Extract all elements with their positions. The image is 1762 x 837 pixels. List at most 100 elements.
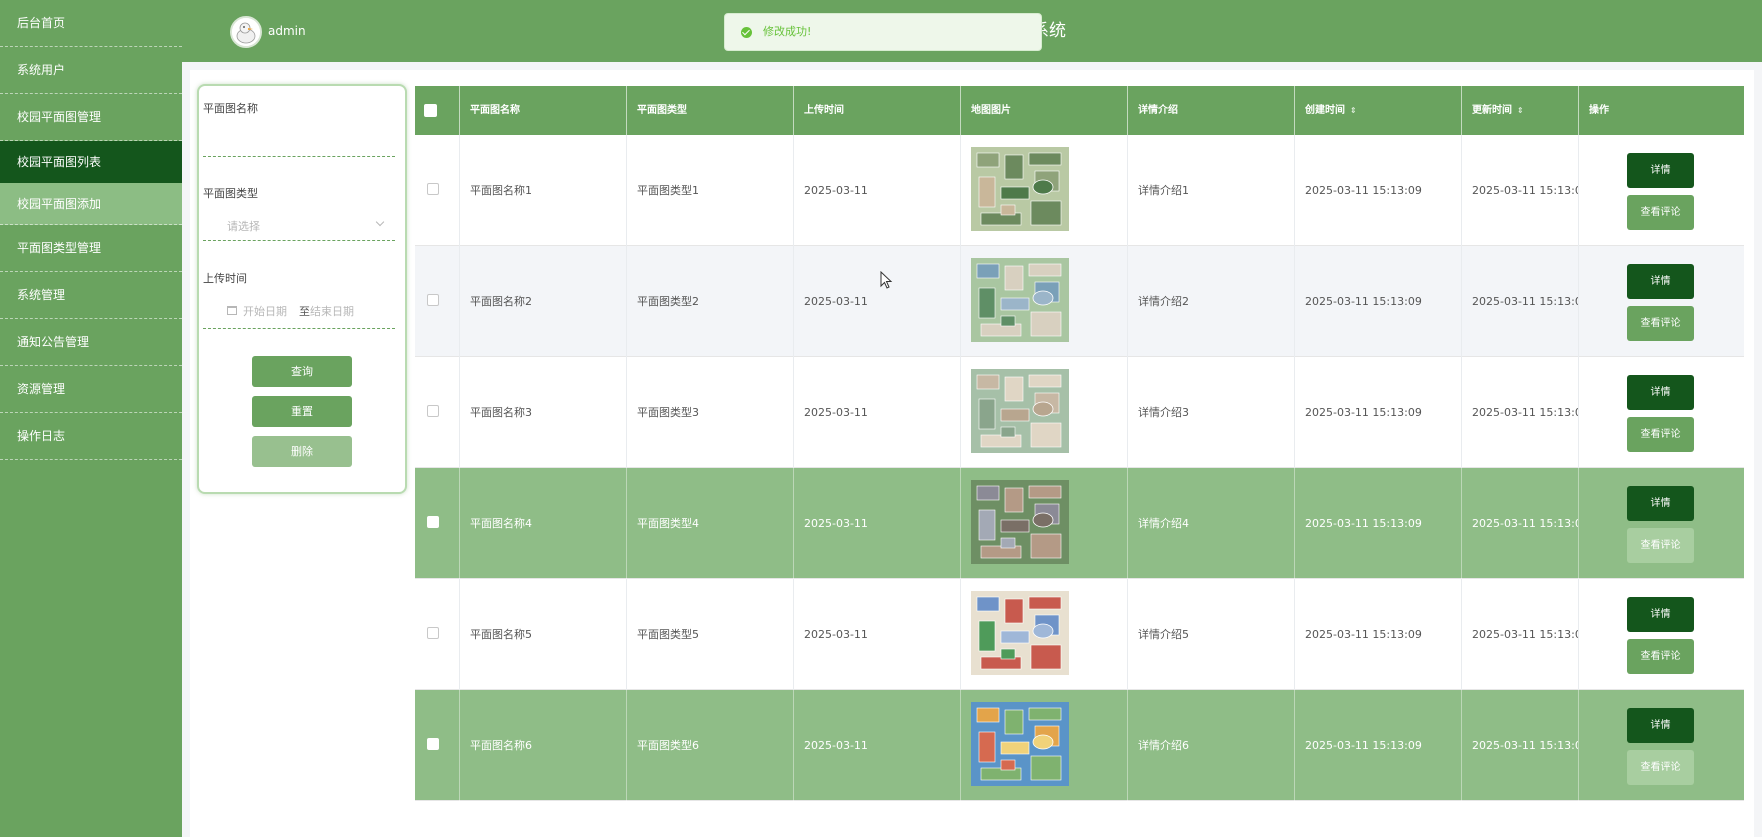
cell-ops: 详情 查看评论	[1579, 579, 1744, 690]
table-row[interactable]: 平面图名称2 平面图类型2 2025-03-11 详情介绍2 2025-03-11 15…	[415, 246, 1744, 357]
row-select-cell	[415, 690, 460, 801]
sidebar-item-notice-management[interactable]: 通知公告管理	[0, 319, 182, 366]
cell-upload: 2025-03-11	[794, 579, 961, 690]
sort-icon[interactable]: ⇕	[1350, 86, 1357, 135]
table-row[interactable]: 平面图名称3 平面图类型3 2025-03-11 详情介绍3 2025-03-11 15…	[415, 357, 1744, 468]
detail-button[interactable]: 详情	[1627, 375, 1694, 410]
sidebar-item-resource-management[interactable]: 资源管理	[0, 366, 182, 413]
cell-name: 平面图名称4	[460, 468, 627, 579]
detail-button[interactable]: 详情	[1627, 153, 1694, 188]
avatar[interactable]	[230, 16, 262, 48]
cell-type: 平面图类型2	[627, 246, 794, 357]
cell-image	[961, 246, 1128, 357]
cell-updated: 2025-03-11 15:13:09	[1462, 135, 1579, 246]
cell-detail: 详情介绍3	[1128, 357, 1295, 468]
table-row[interactable]: 平面图名称4 平面图类型4 2025-03-11 详情介绍4 2025-03-11 15…	[415, 468, 1744, 579]
detail-button[interactable]: 详情	[1627, 486, 1694, 521]
cell-image	[961, 579, 1128, 690]
success-check-icon	[741, 27, 752, 38]
header-update-time[interactable]: 更新时间 ⇕	[1462, 86, 1579, 135]
header-select-all-cell	[415, 86, 460, 135]
campus-map-thumbnail[interactable]	[971, 369, 1069, 453]
cell-name: 平面图名称3	[460, 357, 627, 468]
cell-detail: 详情介绍5	[1128, 579, 1295, 690]
header-ops: 操作	[1589, 105, 1609, 116]
row-select-cell	[415, 135, 460, 246]
cell-updated: 2025-03-11 15:13:09	[1462, 357, 1579, 468]
detail-button[interactable]: 详情	[1627, 264, 1694, 299]
cell-created: 2025-03-11 15:13:09	[1295, 690, 1462, 801]
header-detail: 详情介绍	[1128, 86, 1295, 135]
table-row[interactable]: 平面图名称5 平面图类型5 2025-03-11 详情介绍5 2025-03-11 15…	[415, 579, 1744, 690]
cell-type: 平面图类型6	[627, 690, 794, 801]
cell-ops: 详情 查看评论	[1579, 357, 1744, 468]
row-checkbox[interactable]	[427, 183, 439, 195]
header-upload-time: 上传时间	[794, 86, 961, 135]
sidebar-item-map-list[interactable]: 校园平面图列表	[0, 141, 182, 183]
row-checkbox[interactable]	[427, 627, 439, 639]
view-comments-button[interactable]: 查看评论	[1627, 417, 1694, 452]
detail-button[interactable]: 详情	[1627, 708, 1694, 743]
row-checkbox[interactable]	[427, 738, 439, 750]
delete-button[interactable]: 删除	[252, 436, 352, 467]
sidebar-item-map-management[interactable]: 校园平面图管理	[0, 94, 182, 141]
cell-created: 2025-03-11 15:13:09	[1295, 579, 1462, 690]
select-all-checkbox[interactable]	[424, 104, 437, 117]
calendar-icon	[227, 306, 237, 315]
detail-button[interactable]: 详情	[1627, 597, 1694, 632]
end-date-input[interactable]: 结束日期	[310, 303, 354, 319]
start-date-input[interactable]: 开始日期	[243, 303, 287, 319]
sidebar-item-home[interactable]: 后台首页	[0, 0, 182, 47]
cell-upload: 2025-03-11	[794, 246, 961, 357]
cell-name: 平面图名称1	[460, 135, 627, 246]
sidebar-item-map-type-management[interactable]: 平面图类型管理	[0, 225, 182, 272]
sidebar-item-users[interactable]: 系统用户	[0, 47, 182, 94]
cell-detail: 详情介绍2	[1128, 246, 1295, 357]
toast-message: 修改成功!	[763, 25, 812, 38]
header-name: 平面图名称	[460, 86, 627, 135]
campus-map-thumbnail[interactable]	[971, 258, 1069, 342]
duck-avatar-icon	[232, 18, 260, 46]
view-comments-button[interactable]: 查看评论	[1627, 639, 1694, 674]
cell-name: 平面图名称6	[460, 690, 627, 801]
cell-upload: 2025-03-11	[794, 690, 961, 801]
search-panel: 平面图名称 平面图类型 请选择 上传时间 开始日期 至 结束日期 查询 重置 删…	[197, 84, 407, 494]
header-create-time[interactable]: 创建时间 ⇕	[1295, 86, 1462, 135]
campus-map-thumbnail[interactable]	[971, 591, 1069, 675]
cell-updated: 2025-03-11 15:13:09	[1462, 579, 1579, 690]
view-comments-button[interactable]: 查看评论	[1627, 750, 1694, 785]
cell-ops: 详情 查看评论	[1579, 468, 1744, 579]
reset-button[interactable]: 重置	[252, 396, 352, 427]
type-field-label: 平面图类型	[203, 187, 258, 200]
row-checkbox[interactable]	[427, 516, 439, 528]
header-update-time-label: 更新时间	[1472, 105, 1512, 116]
cell-created: 2025-03-11 15:13:09	[1295, 246, 1462, 357]
cell-type: 平面图类型4	[627, 468, 794, 579]
mouse-cursor-icon	[880, 271, 893, 289]
campus-map-thumbnail[interactable]	[971, 480, 1069, 564]
table-row[interactable]: 平面图名称6 平面图类型6 2025-03-11 详情介绍6 2025-03-11 15…	[415, 690, 1744, 801]
cell-created: 2025-03-11 15:13:09	[1295, 357, 1462, 468]
cell-type: 平面图类型3	[627, 357, 794, 468]
cell-detail: 详情介绍6	[1128, 690, 1295, 801]
sidebar-item-operation-log[interactable]: 操作日志	[0, 413, 182, 460]
sidebar-item-map-add[interactable]: 校园平面图添加	[0, 183, 182, 225]
name-input[interactable]	[203, 156, 395, 157]
type-select-underline	[203, 240, 395, 241]
view-comments-button[interactable]: 查看评论	[1627, 528, 1694, 563]
campus-map-thumbnail[interactable]	[971, 702, 1069, 786]
cell-updated: 2025-03-11 15:13:09	[1462, 468, 1579, 579]
row-checkbox[interactable]	[427, 294, 439, 306]
cell-created: 2025-03-11 15:13:09	[1295, 468, 1462, 579]
sidebar: 后台首页 系统用户 校园平面图管理 校园平面图列表 校园平面图添加 平面图类型管…	[0, 0, 182, 837]
view-comments-button[interactable]: 查看评论	[1627, 195, 1694, 230]
cell-name: 平面图名称5	[460, 579, 627, 690]
row-checkbox[interactable]	[427, 405, 439, 417]
cell-upload: 2025-03-11	[794, 468, 961, 579]
sidebar-item-system-management[interactable]: 系统管理	[0, 272, 182, 319]
campus-map-thumbnail[interactable]	[971, 147, 1069, 231]
query-button[interactable]: 查询	[252, 356, 352, 387]
sort-icon[interactable]: ⇕	[1517, 86, 1524, 135]
view-comments-button[interactable]: 查看评论	[1627, 306, 1694, 341]
table-row[interactable]: 平面图名称1 平面图类型1 2025-03-11 详情介绍1 2025-03-11 15…	[415, 135, 1744, 246]
